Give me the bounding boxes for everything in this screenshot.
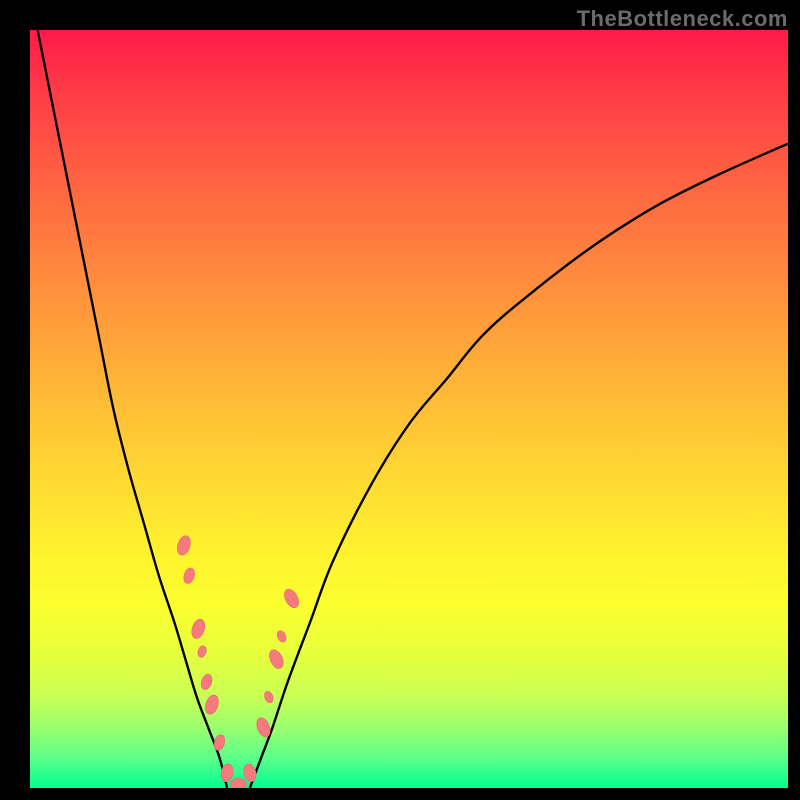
- curve-marker: [230, 778, 246, 788]
- curve-marker: [182, 567, 196, 585]
- curve-marker: [275, 629, 287, 643]
- curve-marker: [175, 534, 193, 557]
- curve-marker: [203, 693, 221, 716]
- curve-marker: [213, 733, 227, 751]
- curve-marker: [282, 587, 302, 610]
- curve-marker: [196, 645, 207, 659]
- curve-svg: [30, 30, 788, 788]
- curve-marker: [199, 673, 213, 691]
- curve-marker: [263, 690, 275, 704]
- curve-right-branch: [250, 144, 788, 788]
- curve-left-branch: [38, 30, 228, 788]
- watermark-text: TheBottleneck.com: [577, 6, 788, 32]
- curve-marker: [189, 617, 207, 640]
- plot-area: [30, 30, 788, 788]
- curve-marker: [267, 648, 286, 671]
- chart-container: TheBottleneck.com: [0, 0, 800, 800]
- marker-group: [175, 534, 301, 788]
